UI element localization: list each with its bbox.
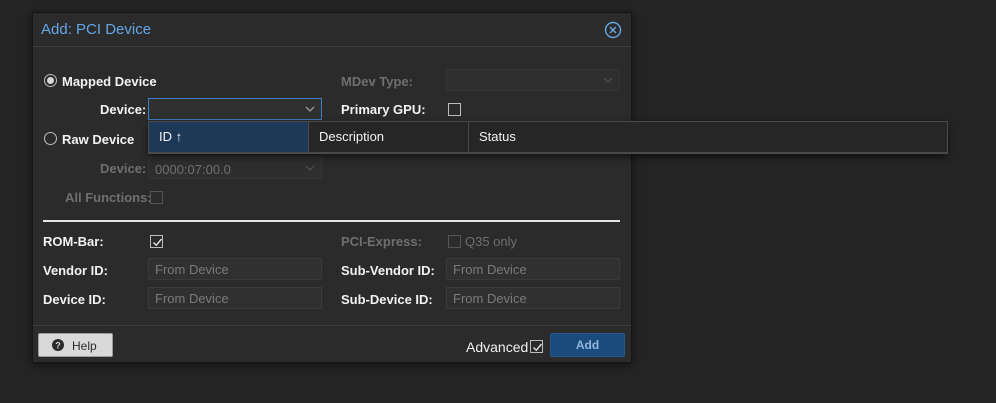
- add-button[interactable]: Add: [550, 333, 625, 357]
- vendor-id-field[interactable]: [148, 258, 322, 280]
- vendor-id-label: Vendor ID:: [43, 263, 109, 278]
- sub-vendor-id-label: Sub-Vendor ID:: [341, 263, 435, 278]
- sub-vendor-id-field[interactable]: [446, 258, 620, 280]
- question-circle-icon: ?: [52, 339, 64, 351]
- close-circle-icon[interactable]: [604, 21, 622, 39]
- all-functions-label: All Functions:: [65, 190, 152, 205]
- column-header-status[interactable]: Status: [469, 122, 947, 152]
- dialog-header: Add: PCI Device: [33, 13, 631, 47]
- add-pci-device-dialog: Add: PCI Device Mapped Device Device: Ra…: [32, 12, 632, 363]
- primary-gpu-label: Primary GPU:: [341, 102, 426, 117]
- primary-gpu-checkbox[interactable]: [448, 103, 461, 116]
- section-divider: [43, 220, 620, 222]
- device-id-label: Device ID:: [43, 292, 106, 307]
- column-header-id[interactable]: ID ↑: [149, 122, 309, 152]
- column-header-description[interactable]: Description: [309, 122, 469, 152]
- device-id-field[interactable]: [148, 287, 322, 309]
- mdev-type-select[interactable]: [446, 69, 620, 91]
- chevron-down-icon: [305, 165, 315, 171]
- sub-vendor-id-input[interactable]: [447, 259, 619, 279]
- advanced-checkbox[interactable]: [530, 340, 543, 353]
- sub-device-id-field[interactable]: [446, 287, 620, 309]
- checkmark-icon: [533, 343, 543, 352]
- all-functions-checkbox[interactable]: [150, 191, 163, 204]
- mapped-device-label: Mapped Device: [62, 74, 157, 89]
- rom-bar-label: ROM-Bar:: [43, 234, 104, 249]
- raw-device-radio[interactable]: [44, 132, 57, 145]
- mdev-type-label: MDev Type:: [341, 74, 413, 89]
- raw-device-label: Raw Device: [62, 132, 135, 147]
- pci-express-label: PCI-Express:: [341, 234, 422, 249]
- vendor-id-input[interactable]: [149, 259, 321, 279]
- dialog-footer: ? Help Advanced Add: [33, 325, 631, 363]
- mapped-device-select[interactable]: [148, 98, 322, 120]
- help-button-label: Help: [72, 339, 97, 353]
- q35-only-label: Q35 only: [465, 234, 518, 249]
- raw-device-field-label: Device:: [100, 161, 147, 176]
- checkmark-icon: [153, 238, 163, 247]
- device-id-input[interactable]: [149, 288, 321, 308]
- device-picker-grid: ID ↑ Description Status: [148, 121, 948, 154]
- advanced-label: Advanced: [466, 339, 529, 355]
- help-button[interactable]: ? Help: [38, 333, 113, 357]
- grid-divider: [149, 152, 947, 153]
- chevron-down-icon: [603, 77, 613, 83]
- raw-device-select[interactable]: 0000:07:00.0: [148, 157, 322, 179]
- chevron-down-icon: [305, 106, 315, 112]
- rom-bar-checkbox[interactable]: [150, 235, 163, 248]
- sub-device-id-input[interactable]: [447, 288, 619, 308]
- mapped-device-field-label: Device:: [100, 102, 147, 117]
- svg-text:?: ?: [55, 340, 61, 350]
- dialog-title: Add: PCI Device: [41, 21, 152, 38]
- sub-device-id-label: Sub-Device ID:: [341, 292, 433, 307]
- mapped-device-radio[interactable]: [44, 74, 57, 87]
- pci-express-checkbox[interactable]: [448, 235, 461, 248]
